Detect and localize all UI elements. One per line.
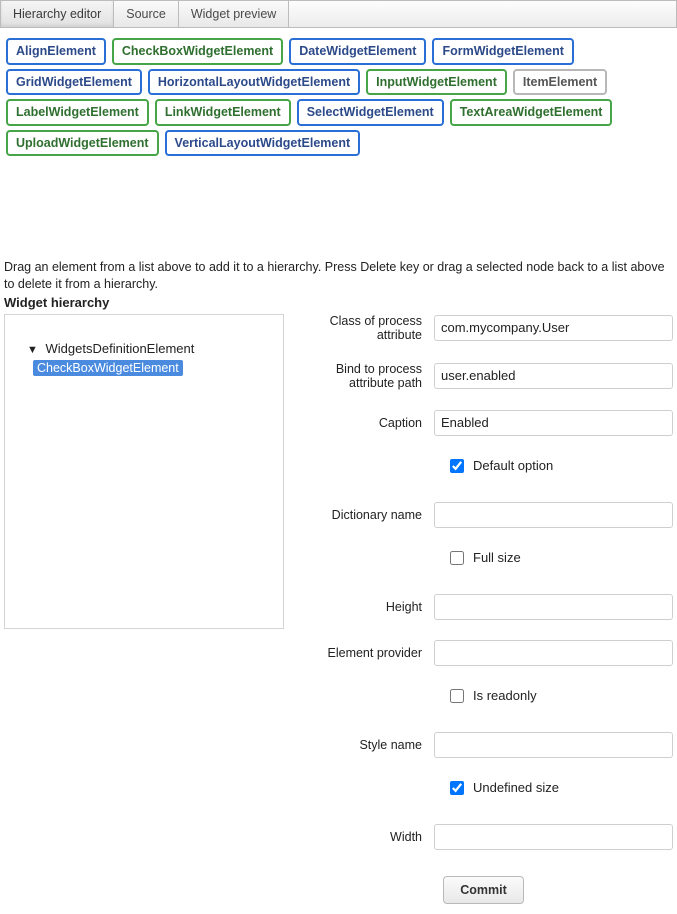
tree-root-label: WidgetsDefinitionElement xyxy=(46,341,195,356)
input-element-provider[interactable] xyxy=(434,640,673,666)
tab-hierarchy-editor[interactable]: Hierarchy editor xyxy=(1,1,114,27)
tab-source[interactable]: Source xyxy=(114,1,179,27)
input-height[interactable] xyxy=(434,594,673,620)
palette-chip-LabelWidgetElement[interactable]: LabelWidgetElement xyxy=(6,99,149,126)
palette-chip-VerticalLayoutWidgetElement[interactable]: VerticalLayoutWidgetElement xyxy=(165,130,361,157)
label-undefined-size: Undefined size xyxy=(473,780,559,795)
label-full-size: Full size xyxy=(473,550,521,565)
hierarchy-title: Widget hierarchy xyxy=(0,293,677,314)
label-default-option: Default option xyxy=(473,458,553,473)
properties-form: Class of process attribute Bind to proce… xyxy=(284,314,673,914)
palette-chip-AlignElement[interactable]: AlignElement xyxy=(6,38,106,65)
label-bind-path: Bind to process attribute path xyxy=(294,362,434,390)
commit-button[interactable]: Commit xyxy=(443,876,524,904)
checkbox-full-size[interactable] xyxy=(450,551,464,565)
palette-chip-GridWidgetElement[interactable]: GridWidgetElement xyxy=(6,69,142,96)
instructions-text: Drag an element from a list above to add… xyxy=(0,257,677,293)
input-bind-path[interactable] xyxy=(434,363,673,389)
input-class-of-process-attribute[interactable] xyxy=(434,315,673,341)
checkbox-default-option[interactable] xyxy=(450,459,464,473)
tab-bar: Hierarchy editorSourceWidget preview xyxy=(0,0,677,28)
label-caption: Caption xyxy=(294,416,434,430)
palette-chip-TextAreaWidgetElement[interactable]: TextAreaWidgetElement xyxy=(450,99,613,126)
input-width[interactable] xyxy=(434,824,673,850)
palette-chip-FormWidgetElement[interactable]: FormWidgetElement xyxy=(432,38,573,65)
label-style-name: Style name xyxy=(294,738,434,752)
palette-chip-LinkWidgetElement[interactable]: LinkWidgetElement xyxy=(155,99,291,126)
tree-expand-icon[interactable]: ▼ xyxy=(27,344,38,356)
label-width: Width xyxy=(294,830,434,844)
palette-chip-InputWidgetElement[interactable]: InputWidgetElement xyxy=(366,69,507,96)
hierarchy-tree[interactable]: ▼ WidgetsDefinitionElement CheckBoxWidge… xyxy=(4,314,284,629)
checkbox-is-readonly[interactable] xyxy=(450,689,464,703)
palette-chip-CheckBoxWidgetElement[interactable]: CheckBoxWidgetElement xyxy=(112,38,283,65)
palette-chip-HorizontalLayoutWidgetElement[interactable]: HorizontalLayoutWidgetElement xyxy=(148,69,360,96)
checkbox-undefined-size[interactable] xyxy=(450,781,464,795)
palette-chip-ItemElement[interactable]: ItemElement xyxy=(513,69,607,96)
label-element-provider: Element provider xyxy=(294,646,434,660)
palette-chip-UploadWidgetElement[interactable]: UploadWidgetElement xyxy=(6,130,159,157)
input-dictionary-name[interactable] xyxy=(434,502,673,528)
input-style-name[interactable] xyxy=(434,732,673,758)
tree-child-node[interactable]: CheckBoxWidgetElement xyxy=(33,360,283,375)
label-dictionary-name: Dictionary name xyxy=(294,508,434,522)
label-is-readonly: Is readonly xyxy=(473,688,537,703)
element-palette: AlignElementCheckBoxWidgetElementDateWid… xyxy=(0,28,677,162)
label-height: Height xyxy=(294,600,434,614)
tab-widget-preview[interactable]: Widget preview xyxy=(179,1,289,27)
palette-chip-DateWidgetElement[interactable]: DateWidgetElement xyxy=(289,38,426,65)
tree-root-node[interactable]: ▼ WidgetsDefinitionElement xyxy=(5,339,283,358)
input-caption[interactable] xyxy=(434,410,673,436)
label-class-of-process-attribute: Class of process attribute xyxy=(294,314,434,342)
tree-child-label: CheckBoxWidgetElement xyxy=(33,360,183,376)
palette-chip-SelectWidgetElement[interactable]: SelectWidgetElement xyxy=(297,99,444,126)
